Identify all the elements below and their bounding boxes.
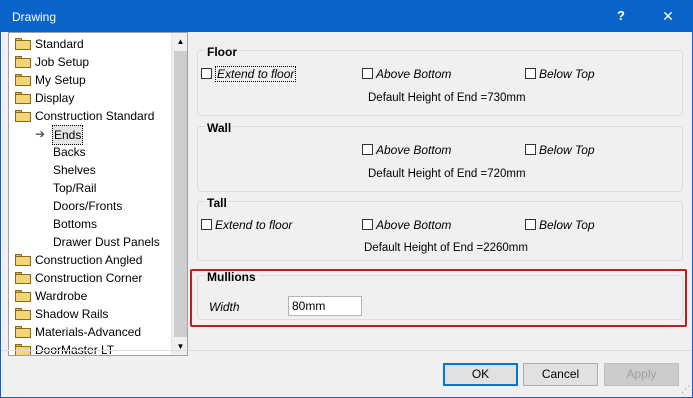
wall-group-title: Wall	[205, 121, 234, 135]
tree-item-backs[interactable]: Backs	[9, 143, 169, 161]
folder-icon	[15, 56, 31, 68]
floor-above-bottom-checkbox[interactable]: Above Bottom	[362, 67, 451, 81]
tree-item-materials-advanced[interactable]: Materials-Advanced	[9, 323, 169, 341]
folder-icon	[15, 326, 31, 338]
checkbox-label: Extend to floor	[215, 218, 293, 232]
checkbox-box[interactable]	[201, 219, 212, 230]
tree-item-my-setup[interactable]: My Setup	[9, 71, 169, 89]
floor-extend-to-floor-checkbox[interactable]: Extend to floor	[201, 66, 297, 82]
tree-item-shadow-rails[interactable]: Shadow Rails	[9, 305, 169, 323]
folder-icon	[15, 290, 31, 302]
checkbox-box[interactable]	[525, 144, 536, 155]
help-button[interactable]: ?	[598, 0, 644, 32]
tree-item-label: Standard	[35, 37, 84, 51]
tree-item-doors-fronts[interactable]: Doors/Fronts	[9, 197, 169, 215]
floor-group-title: Floor	[205, 45, 239, 59]
folder-icon	[15, 92, 31, 104]
tall-group: Tall Extend to floor Above Bottom Below …	[197, 196, 683, 261]
dialog-client: Standard Job Setup My Setup Display Construc…	[1, 32, 692, 397]
footer-divider	[1, 350, 692, 351]
tree-item-label: Backs	[53, 145, 86, 159]
scroll-thumb[interactable]	[174, 51, 187, 337]
ok-button[interactable]: OK	[443, 363, 518, 386]
tall-group-title: Tall	[205, 196, 229, 210]
tree-item-standard[interactable]: Standard	[9, 35, 169, 53]
tree-item-label: Construction Standard	[35, 109, 155, 123]
folder-icon	[15, 38, 31, 50]
checkbox-label: Below Top	[539, 67, 595, 81]
wall-below-top-checkbox[interactable]: Below Top	[525, 143, 595, 157]
tree-item-construction-angled[interactable]: Construction Angled	[9, 251, 169, 269]
apply-button[interactable]: Apply	[604, 363, 679, 386]
tree-item-label: Doors/Fronts	[53, 199, 123, 213]
wall-group: Wall Above Bottom Below Top Default Heig…	[197, 121, 683, 192]
tree-item-label: Materials-Advanced	[35, 325, 142, 339]
tall-default-height: Default Height of End =2260mm	[364, 242, 528, 254]
tall-extend-to-floor-checkbox[interactable]: Extend to floor	[201, 218, 292, 232]
tree-item-construction-corner[interactable]: Construction Corner	[9, 269, 169, 287]
checkbox-box[interactable]	[362, 68, 373, 79]
tree-item-label: Display	[35, 91, 75, 105]
checkbox-label: Extend to floor	[215, 66, 297, 82]
tree-item-doormaster-lt[interactable]: DoorMaster LT	[9, 341, 169, 356]
scroll-down-arrow-icon[interactable]: ▼	[172, 338, 187, 355]
folder-icon	[15, 308, 31, 320]
window-title: Drawing	[12, 10, 57, 24]
tree-item-label: Shadow Rails	[35, 307, 109, 321]
tall-above-bottom-checkbox[interactable]: Above Bottom	[362, 218, 451, 232]
tree-item-label: Drawer Dust Panels	[53, 235, 160, 249]
checkbox-label: Below Top	[539, 218, 595, 232]
tree-item-shelves[interactable]: Shelves	[9, 161, 169, 179]
resize-grip-icon[interactable]: ⋰	[681, 384, 691, 394]
tree-item-label: My Setup	[35, 73, 86, 87]
wall-above-bottom-checkbox[interactable]: Above Bottom	[362, 143, 451, 157]
tree-item-label: Job Setup	[35, 55, 90, 69]
tree-item-label: Wardrobe	[35, 289, 88, 303]
mullions-highlight-frame	[190, 269, 687, 327]
tree-scrollbar[interactable]: ▲ ▼	[171, 33, 187, 355]
tree-item-label: Bottoms	[53, 217, 98, 231]
folder-icon	[15, 110, 31, 122]
folder-icon	[15, 272, 31, 284]
checkbox-box[interactable]	[362, 219, 373, 230]
checkbox-label: Above Bottom	[376, 218, 452, 232]
folder-icon	[15, 74, 31, 86]
tree-item-label: DoorMaster LT	[35, 343, 115, 356]
scroll-up-arrow-icon[interactable]: ▲	[172, 33, 187, 50]
tree-item-ends[interactable]: ➔ Ends	[9, 125, 169, 145]
floor-below-top-checkbox[interactable]: Below Top	[525, 67, 595, 81]
title-bar: Drawing ? ✕	[0, 0, 693, 32]
selected-arrow-icon: ➔	[35, 127, 46, 141]
tree-item-label: Construction Angled	[35, 253, 143, 267]
tree-item-drawer-dust-panels[interactable]: Drawer Dust Panels	[9, 233, 169, 251]
tree-item-label: Construction Corner	[35, 271, 143, 285]
checkbox-label: Above Bottom	[376, 67, 452, 81]
checkbox-box[interactable]	[362, 144, 373, 155]
checkbox-box[interactable]	[525, 219, 536, 230]
wall-default-height: Default Height of End =720mm	[368, 168, 526, 180]
tree-item-construction-standard[interactable]: Construction Standard	[9, 107, 169, 125]
checkbox-box[interactable]	[525, 68, 536, 79]
floor-default-height: Default Height of End =730mm	[368, 92, 526, 104]
tree-item-label: Ends	[52, 125, 84, 145]
tree-item-bottoms[interactable]: Bottoms	[9, 215, 169, 233]
cancel-button[interactable]: Cancel	[523, 363, 598, 386]
settings-tree: Standard Job Setup My Setup Display Construc…	[8, 32, 188, 356]
tree-item-wardrobe[interactable]: Wardrobe	[9, 287, 169, 305]
folder-icon	[15, 254, 31, 266]
tree-item-top-rail[interactable]: Top/Rail	[9, 179, 169, 197]
tree-item-display[interactable]: Display	[9, 89, 169, 107]
checkbox-label: Below Top	[539, 143, 595, 157]
tree-item-job-setup[interactable]: Job Setup	[9, 53, 169, 71]
tree-item-label: Top/Rail	[53, 181, 97, 195]
tree-item-label: Shelves	[53, 163, 96, 177]
checkbox-box[interactable]	[201, 68, 212, 79]
tall-below-top-checkbox[interactable]: Below Top	[525, 218, 595, 232]
floor-group: Floor Extend to floor Above Bottom Below…	[197, 45, 683, 116]
drawing-window: Drawing ? ✕ Standard Job Setup My Setup Dis…	[0, 0, 693, 398]
close-icon[interactable]: ✕	[645, 0, 691, 32]
checkbox-label: Above Bottom	[376, 143, 452, 157]
